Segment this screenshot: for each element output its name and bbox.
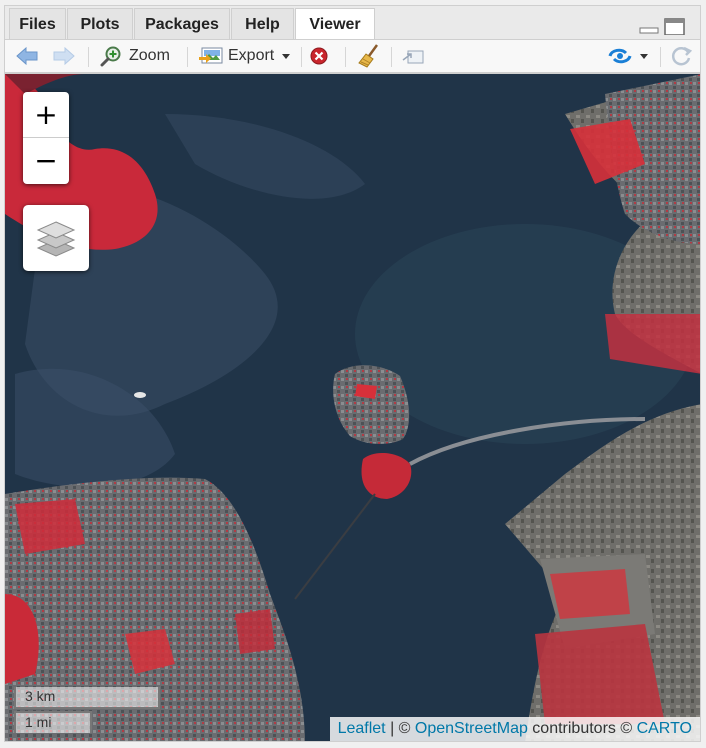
zoom-icon bbox=[100, 46, 121, 67]
maximize-icon[interactable] bbox=[663, 17, 687, 35]
attribution-separator: | © bbox=[385, 720, 415, 737]
tab-viewer[interactable]: Viewer bbox=[295, 8, 375, 41]
tab-plots[interactable]: Plots bbox=[67, 8, 133, 40]
clear-viewer-button[interactable] bbox=[308, 40, 330, 72]
satellite-basemap[interactable] bbox=[5, 74, 701, 742]
layers-control-button[interactable] bbox=[23, 205, 89, 271]
back-arrow-icon bbox=[16, 46, 38, 66]
tab-help[interactable]: Help bbox=[231, 8, 294, 40]
forward-button[interactable] bbox=[52, 40, 76, 72]
leaflet-link[interactable]: Leaflet bbox=[338, 720, 386, 738]
sync-button[interactable] bbox=[606, 40, 650, 72]
layers-icon bbox=[36, 221, 76, 257]
export-label: Export bbox=[228, 47, 275, 64]
attribution-contributors: contributors © bbox=[527, 720, 637, 737]
popout-button[interactable] bbox=[400, 40, 426, 72]
openstreetmap-link[interactable]: OpenStreetMap bbox=[415, 720, 528, 738]
minimize-icon[interactable] bbox=[638, 17, 660, 35]
chevron-down-icon bbox=[640, 54, 648, 59]
export-button[interactable]: Export bbox=[198, 40, 293, 72]
zoom-label: Zoom bbox=[129, 47, 170, 64]
broom-icon bbox=[358, 44, 379, 68]
tab-packages[interactable]: Packages bbox=[134, 8, 230, 40]
zoom-out-button[interactable]: − bbox=[23, 138, 69, 183]
scale-bar-imperial: 1 mi bbox=[14, 711, 92, 733]
leaflet-map[interactable]: + − 3 km 1 mi Leaflet | © OpenStreetMap … bbox=[4, 73, 701, 742]
chevron-down-icon bbox=[282, 54, 291, 59]
pane-tab-bar: Files Plots Packages Help Viewer bbox=[4, 5, 701, 41]
zoom-in-button[interactable]: + bbox=[23, 92, 69, 138]
map-attribution: Leaflet | © OpenStreetMap contributors ©… bbox=[329, 717, 700, 741]
forward-arrow-icon bbox=[53, 46, 75, 66]
carto-link[interactable]: CARTO bbox=[637, 720, 692, 738]
clear-icon bbox=[310, 47, 328, 65]
tab-files[interactable]: Files bbox=[9, 8, 66, 40]
zoom-button[interactable]: Zoom bbox=[99, 40, 170, 72]
viewer-toolbar: Zoom Export bbox=[4, 39, 701, 73]
refresh-button[interactable] bbox=[670, 40, 694, 72]
refresh-icon bbox=[671, 46, 693, 66]
sync-icon bbox=[608, 48, 632, 64]
popout-icon bbox=[402, 50, 424, 64]
back-button[interactable] bbox=[15, 40, 39, 72]
zoom-control: + − bbox=[23, 92, 69, 184]
export-icon bbox=[199, 47, 223, 64]
clear-all-button[interactable] bbox=[357, 40, 383, 72]
scale-bar-metric: 3 km bbox=[14, 687, 160, 709]
